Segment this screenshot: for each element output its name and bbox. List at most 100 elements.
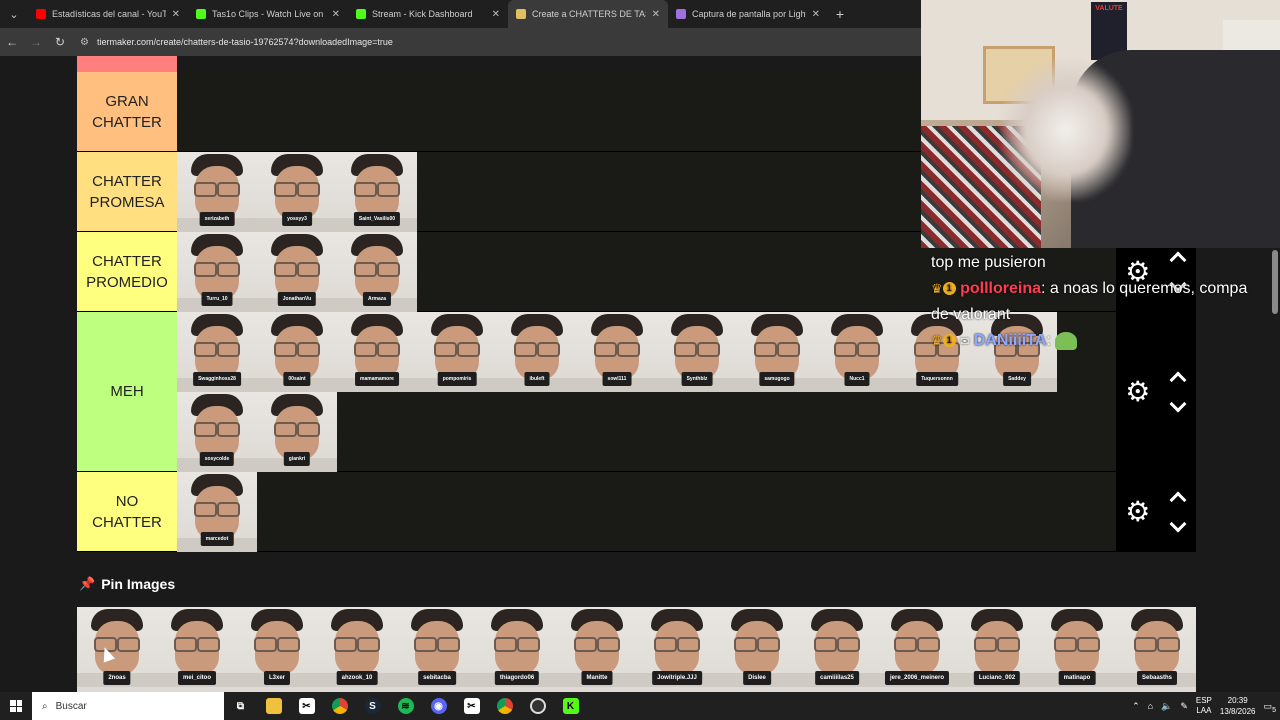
tier-item-image[interactable]: matinapo [1037, 607, 1117, 692]
close-tab-icon[interactable]: ✕ [492, 9, 500, 20]
item-name-tag: Saddey [1003, 372, 1031, 386]
tier-item-image[interactable]: Synthblz [657, 312, 737, 392]
notifications-icon[interactable]: ▭ 5 [1263, 701, 1276, 714]
tab-search-icon[interactable]: ⌄ [0, 0, 28, 28]
tier-item-image[interactable]: Jowitriple.JJJ [637, 607, 717, 692]
spotify-button[interactable]: ≋ [389, 692, 422, 720]
pin-images-row: 2noas mei_citoo L3xer ahzook_10 sebitacba thi… [77, 607, 1196, 692]
face-glasses [974, 637, 1020, 652]
tier-item-image[interactable]: giankri [257, 392, 337, 472]
tier-item-image[interactable]: ahzook_10 [317, 607, 397, 692]
face-glasses [194, 342, 240, 357]
tier-item-image[interactable]: Sebaasths [1117, 607, 1196, 692]
file-explorer-button[interactable] [257, 692, 290, 720]
browser-tab[interactable]: Tas1o Clips - Watch Live on Kick ✕ [188, 0, 348, 28]
steam-button[interactable]: S [356, 692, 389, 720]
capcut-2-button[interactable]: ✂ [455, 692, 488, 720]
tier-item-image[interactable]: ibuleft [497, 312, 577, 392]
tier-settings-gear-icon[interactable]: ⚙ [1125, 377, 1150, 406]
tier-items-dropzone[interactable]: marcedot [177, 472, 1116, 552]
tier-item-image[interactable]: marcedot [177, 472, 257, 552]
tier-item-image[interactable]: sebitacba [397, 607, 477, 692]
face-glasses [1134, 637, 1180, 652]
face-glasses [354, 182, 400, 197]
move-tier-down-icon[interactable] [1169, 515, 1187, 532]
tier-item-image[interactable]: xerizabeth [177, 152, 257, 232]
tier-item-image[interactable]: camiiiilas25 [797, 607, 877, 692]
taskbar-search[interactable]: ⌕ Buscar [32, 692, 224, 720]
tier-item-image[interactable]: Armaza [337, 232, 417, 312]
browser-tab[interactable]: Create a CHATTERS DE TASIO Tier List ✕ [508, 0, 668, 28]
site-info-icon[interactable]: ⚙ [80, 37, 89, 48]
close-tab-icon[interactable]: ✕ [172, 9, 180, 20]
move-tier-up-icon[interactable] [1169, 491, 1187, 508]
face-glasses [354, 262, 400, 277]
tier-item-image[interactable]: thiagordo06 [477, 607, 557, 692]
tier-item-image[interactable]: Manitte [557, 607, 637, 692]
tier-item-image[interactable]: Dislee [717, 607, 797, 692]
face-glasses [574, 637, 620, 652]
clock[interactable]: 20:39 13/8/2026 [1220, 695, 1256, 717]
tier-label[interactable]: CHATTER PROMEDIO [77, 232, 177, 311]
tier-item-image[interactable]: Luciano_002 [957, 607, 1037, 692]
move-tier-up-icon[interactable] [1169, 371, 1187, 388]
tier-item-image[interactable]: mei_citoo [157, 607, 237, 692]
new-tab-button[interactable]: + [828, 0, 852, 28]
tier-item-image[interactable]: sosycolde [177, 392, 257, 472]
page-scrollbar[interactable] [1272, 250, 1278, 314]
back-button[interactable]: ← [0, 28, 24, 56]
move-tier-down-icon[interactable] [1169, 395, 1187, 412]
chevron-up-icon[interactable]: ⌃ [1132, 701, 1140, 712]
tier-item-image[interactable]: Nucc1 [817, 312, 897, 392]
chrome-2-button[interactable] [488, 692, 521, 720]
tier-item-image[interactable]: samugogo [737, 312, 817, 392]
keyboard-layout: LAA [1196, 706, 1212, 715]
tier-item-image[interactable]: Turru_10 [177, 232, 257, 312]
url-field[interactable]: ⚙ tiermaker.com/create/chatters-de-tasio… [80, 37, 393, 48]
face-glasses [674, 342, 720, 357]
tier-item-image[interactable]: pompomiris [417, 312, 497, 392]
reload-button[interactable]: ↻ [48, 28, 72, 56]
tier-label[interactable]: MEH [77, 312, 177, 471]
tier-item-image[interactable]: sowl111 [577, 312, 657, 392]
tier-item-image[interactable]: Saint_Vasilis00 [337, 152, 417, 232]
close-tab-icon[interactable]: ✕ [652, 9, 660, 20]
tier-item-image[interactable]: JonathanVu [257, 232, 337, 312]
language-indicator[interactable]: ESP LAA [1196, 696, 1212, 716]
pen-icon[interactable]: ✎ [1180, 701, 1188, 712]
task-view-button[interactable]: ⧉ [224, 692, 257, 720]
tab-title: Stream - Kick Dashboard [372, 9, 473, 19]
chrome-button[interactable] [323, 692, 356, 720]
tier-move-arrows [1169, 491, 1187, 533]
obs-button[interactable] [521, 692, 554, 720]
network-icon[interactable]: ⌂ [1148, 701, 1153, 711]
face-glasses [94, 637, 140, 652]
close-tab-icon[interactable]: ✕ [812, 9, 820, 20]
kick-button[interactable]: K [554, 692, 587, 720]
tier-item-image[interactable]: L3xer [237, 607, 317, 692]
browser-tab[interactable]: Captura de pantalla por Lightshot ✕ [668, 0, 828, 28]
tier-label[interactable]: NO CHATTER [77, 472, 177, 551]
windows-logo-icon [10, 700, 22, 712]
browser-tab[interactable]: Estadísticas del canal - YouTube ✕ [28, 0, 188, 28]
browser-tab[interactable]: Stream - Kick Dashboard ✕ [348, 0, 508, 28]
tier-item-image[interactable]: 00saint [257, 312, 337, 392]
tier-item-image[interactable]: mamamamore [337, 312, 417, 392]
face-glasses [654, 637, 700, 652]
face-glasses [494, 637, 540, 652]
tier-item-image[interactable]: jere_2006_meinero [877, 607, 957, 692]
tier-settings-gear-icon[interactable]: ⚙ [1125, 497, 1150, 526]
close-tab-icon[interactable]: ✕ [332, 9, 340, 20]
start-button[interactable] [0, 692, 32, 720]
capcut-button[interactable]: ✂ [290, 692, 323, 720]
item-name-tag: mamamamore [355, 372, 399, 386]
tier-item-image[interactable]: yossyy3 [257, 152, 337, 232]
tier-label[interactable]: GRAN CHATTER [77, 72, 177, 151]
tier-item-image[interactable]: Swagginhoss28 [177, 312, 257, 392]
tier-label[interactable]: CHATTER PROMESA [77, 152, 177, 231]
forward-button[interactable]: → [24, 28, 48, 56]
tier-item-image[interactable]: 2noas [77, 607, 157, 692]
volume-icon[interactable]: 🔈 [1161, 701, 1172, 712]
discord-button[interactable]: ◉ [422, 692, 455, 720]
item-name-tag: ibuleft [524, 372, 550, 386]
